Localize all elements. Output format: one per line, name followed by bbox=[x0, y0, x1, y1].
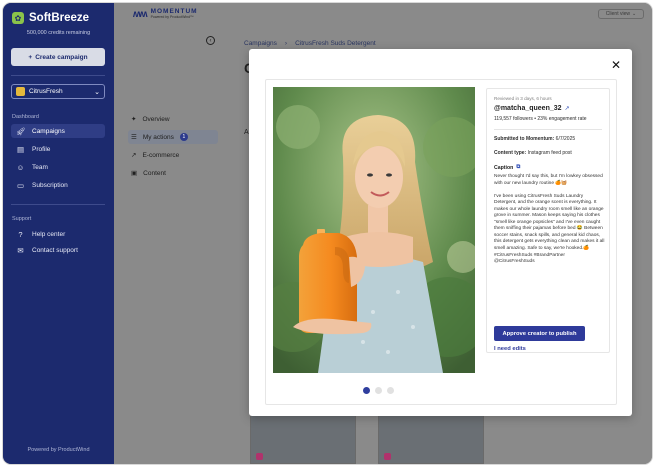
breadcrumb-current: CitrusFresh Suds Detergent bbox=[295, 40, 376, 47]
modal-body: Reviewed in 3 days, 6 hours @matcha_quee… bbox=[265, 79, 617, 405]
sidebar: ✿ SoftBreeze 500,000 credits remaining +… bbox=[3, 3, 114, 464]
sidebar-item-label: Help center bbox=[32, 230, 66, 238]
breadcrumb-separator: › bbox=[284, 40, 288, 47]
caption-header: Caption ⧉ bbox=[494, 164, 602, 171]
checklist-icon: ☰ bbox=[131, 134, 137, 141]
sidebar-item-label: Subscription bbox=[32, 181, 68, 189]
submitted-date: Submitted to Momentum: 6/7/2025 bbox=[494, 136, 602, 142]
help-icon: ? bbox=[18, 229, 23, 239]
instagram-icon bbox=[256, 453, 263, 460]
tab-label: E-commerce bbox=[142, 151, 180, 159]
credits-remaining: 500,000 credits remaining bbox=[26, 30, 91, 36]
chevron-left-icon: ‹ bbox=[209, 37, 212, 44]
need-edits-link[interactable]: I need edits bbox=[494, 346, 526, 352]
credit-card-icon: ▭ bbox=[16, 180, 25, 190]
top-bar: ʍʍ MOMENTUM Powered by ProductWind™ bbox=[114, 3, 652, 25]
app-window: ✿ SoftBreeze 500,000 credits remaining +… bbox=[3, 3, 652, 464]
review-deadline: Reviewed in 3 days, 6 hours bbox=[494, 96, 552, 101]
plus-icon: + bbox=[28, 53, 33, 61]
chevron-down-icon: ⌄ bbox=[631, 11, 637, 17]
divider bbox=[11, 204, 105, 205]
client-view-label: Client view bbox=[605, 11, 630, 17]
carousel-dots bbox=[266, 387, 491, 394]
chat-icon: ✉ bbox=[17, 245, 24, 255]
organization-select[interactable]: CitrusFresh ⌄ bbox=[11, 84, 105, 99]
creator-stats: 119,557 followers • 23% engagement rate bbox=[494, 116, 587, 122]
approve-creator-button[interactable]: Approve creator to publish bbox=[494, 326, 585, 341]
carousel-dot[interactable] bbox=[375, 387, 382, 394]
caption-text: Never thought I'd say this, but I'm lowk… bbox=[494, 174, 605, 265]
collapse-sidebar-button[interactable]: ‹ bbox=[206, 36, 215, 45]
sidebar-item-profile[interactable]: ▤ Profile bbox=[11, 142, 105, 156]
creator-handle[interactable]: @matcha_queen_32 bbox=[494, 105, 562, 112]
document-icon: ▤ bbox=[16, 144, 25, 154]
brand-logo-icon: ✿ bbox=[12, 12, 24, 24]
create-campaign-button[interactable]: + Create campaign bbox=[11, 48, 105, 66]
momentum-mark-icon: ʍʍ bbox=[133, 8, 148, 20]
sidebar-item-contact-support[interactable]: ✉ Contact support bbox=[11, 243, 105, 257]
submitted-label: Submitted to Momentum: bbox=[494, 136, 555, 142]
breadcrumb: Campaigns › CitrusFresh Suds Detergent bbox=[244, 40, 376, 47]
carousel-dot[interactable] bbox=[387, 387, 394, 394]
sidebar-item-label: Contact support bbox=[32, 246, 78, 254]
momentum-logo: ʍʍ MOMENTUM Powered by ProductWind™ bbox=[133, 8, 198, 20]
tab-label: My actions bbox=[142, 133, 174, 141]
divider bbox=[11, 75, 105, 76]
caption-label: Caption bbox=[494, 164, 514, 171]
content-details-panel: Reviewed in 3 days, 6 hours @matcha_quee… bbox=[486, 88, 610, 353]
brand: ✿ SoftBreeze bbox=[12, 12, 89, 24]
creator-photo bbox=[273, 87, 475, 373]
support-section-label: Support bbox=[12, 216, 32, 222]
sidebar-item-label: Campaigns bbox=[32, 127, 65, 135]
content-card[interactable] bbox=[378, 413, 484, 464]
breadcrumb-campaigns[interactable]: Campaigns bbox=[244, 40, 277, 47]
content-review-modal: ✕ Reviewed in 3 days, 6 hours @matcha_qu… bbox=[249, 49, 632, 416]
external-link-icon[interactable]: ↗ bbox=[565, 105, 570, 112]
instagram-icon bbox=[384, 453, 391, 460]
section-heading: A bbox=[244, 129, 249, 136]
brand-name: SoftBreeze bbox=[29, 12, 90, 24]
tab-label: Overview bbox=[142, 115, 170, 123]
content-type-label: Content type: bbox=[494, 150, 527, 156]
sidebar-item-subscription[interactable]: ▭ Subscription bbox=[11, 178, 105, 192]
sidebar-item-label: Profile bbox=[32, 145, 51, 153]
close-icon[interactable]: ✕ bbox=[610, 59, 622, 71]
sidebar-item-team[interactable]: ☺ Team bbox=[11, 160, 105, 174]
image-icon: ▣ bbox=[131, 170, 138, 177]
sparkle-icon: ✦ bbox=[131, 116, 137, 123]
submitted-value: 6/7/2025 bbox=[555, 136, 576, 142]
powered-by: Powered by ProductWind bbox=[27, 447, 90, 453]
sidebar-item-campaigns[interactable]: 🚀︎ Campaigns bbox=[11, 124, 105, 138]
momentum-subtitle: Powered by ProductWind™ bbox=[150, 14, 194, 19]
client-view-select[interactable]: Client view ⌄ bbox=[598, 9, 644, 19]
rocket-icon: 🚀︎ bbox=[16, 126, 26, 136]
create-campaign-label: Create campaign bbox=[35, 53, 88, 61]
tab-content[interactable]: ▣ Content bbox=[128, 166, 218, 180]
content-type-value: Instagram feed post bbox=[527, 150, 572, 156]
tab-my-actions[interactable]: ☰ My actions 1 bbox=[128, 130, 218, 144]
creator-handle-row: @matcha_queen_32 ↗ bbox=[494, 105, 602, 112]
actions-count-badge: 1 bbox=[179, 133, 188, 141]
trend-icon: ↗ bbox=[131, 152, 137, 159]
sidebar-item-help-center[interactable]: ? Help center bbox=[11, 227, 105, 241]
carousel-dot[interactable] bbox=[363, 387, 370, 394]
content-type: Content type: Instagram feed post bbox=[494, 150, 602, 156]
org-avatar bbox=[16, 87, 25, 96]
team-icon: ☺ bbox=[16, 162, 25, 172]
org-name: CitrusFresh bbox=[29, 88, 63, 95]
chevron-down-icon: ⌄ bbox=[94, 88, 100, 96]
tab-label: Content bbox=[143, 169, 166, 177]
content-image bbox=[273, 87, 475, 373]
tab-overview[interactable]: ✦ Overview bbox=[128, 112, 218, 126]
divider bbox=[494, 129, 602, 130]
content-card[interactable] bbox=[250, 413, 356, 464]
tab-e-commerce[interactable]: ↗ E-commerce bbox=[128, 148, 218, 162]
dashboard-section-label: Dashboard bbox=[12, 114, 39, 120]
copy-icon[interactable]: ⧉ bbox=[516, 164, 520, 171]
sidebar-item-label: Team bbox=[32, 163, 48, 171]
